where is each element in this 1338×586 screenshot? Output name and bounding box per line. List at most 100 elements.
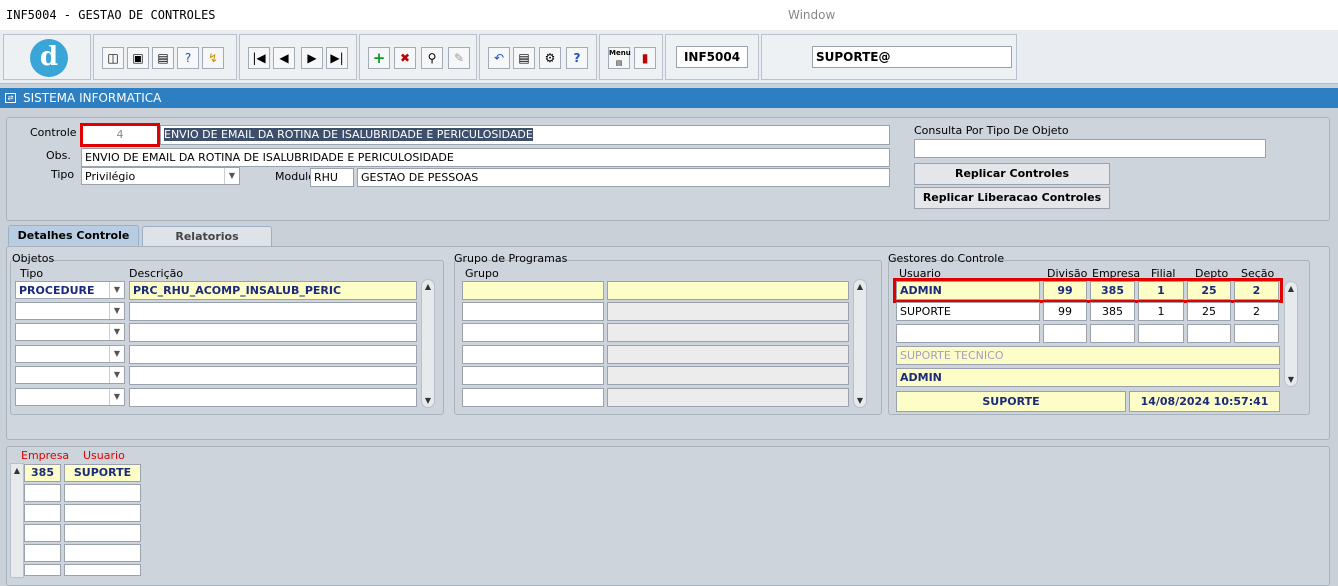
tab-relatorios-gerenciais[interactable]: Relatorios Gerenciais xyxy=(142,226,272,263)
grupo-code-field-1[interactable] xyxy=(462,281,604,300)
gestor-row-highlight xyxy=(893,278,1283,303)
bottom-usuario-field-1[interactable]: SUPORTE xyxy=(64,464,141,482)
bottom-usuario-field-6[interactable] xyxy=(64,564,141,576)
scroll-down-icon[interactable]: ▼ xyxy=(854,396,866,405)
grupo-code-field-2[interactable] xyxy=(462,302,604,321)
gestor-divisao-field-2[interactable]: 99 xyxy=(1043,302,1087,321)
objeto-tipo-select-1[interactable]: PROCEDURE ▼ xyxy=(15,281,125,299)
grupo-scrollbar[interactable]: ▲ ▼ xyxy=(853,279,867,408)
objeto-tipo-select-5[interactable]: ▼ xyxy=(15,366,125,384)
gestor-divisao-field-3[interactable] xyxy=(1043,324,1087,343)
gestor-secao-field-3[interactable] xyxy=(1234,324,1279,343)
gestor-secao-field-2[interactable]: 2 xyxy=(1234,302,1279,321)
controle-desc-selected: ENVIO DE EMAIL DA ROTINA DE ISALUBRIDADE… xyxy=(164,128,533,141)
gestores-scrollbar[interactable]: ▲ ▼ xyxy=(1284,281,1298,387)
print-icon[interactable]: ▤ xyxy=(152,47,174,69)
exit-icon[interactable]: ▮ xyxy=(634,47,656,69)
delete-record-icon[interactable]: ✖ xyxy=(394,47,416,69)
replicar-liberacao-button[interactable]: Replicar Liberacao Controles xyxy=(914,187,1110,209)
bottom-empresa-field-3[interactable] xyxy=(24,504,61,522)
gestor-filial-field-2[interactable]: 1 xyxy=(1138,302,1184,321)
objeto-tipo-select-4[interactable]: ▼ xyxy=(15,345,125,363)
grupo-code-field-4[interactable] xyxy=(462,345,604,364)
grupo-desc-field-3 xyxy=(607,323,849,342)
consulta-field[interactable] xyxy=(914,139,1266,158)
last-record-icon[interactable]: ▶| xyxy=(326,47,348,69)
bottom-empresa-field-6[interactable] xyxy=(24,564,61,576)
tipo-label: Tipo xyxy=(51,168,75,181)
scroll-up-icon[interactable]: ▲ xyxy=(854,282,866,291)
query-help-icon[interactable]: ? xyxy=(177,47,199,69)
tipo-select[interactable]: Privilégio ▼ xyxy=(81,167,240,185)
tipo-select-value: Privilégio xyxy=(85,170,136,183)
gestor-filial-field-3[interactable] xyxy=(1138,324,1184,343)
form-code: INF5004 xyxy=(676,46,748,68)
objeto-desc-field-3[interactable] xyxy=(129,323,417,342)
gestor-depto-field-3[interactable] xyxy=(1187,324,1231,343)
modulo-label: Modulo xyxy=(275,170,315,183)
bottom-empresa-field-1[interactable]: 385 xyxy=(24,464,61,482)
grupo-desc-field-1[interactable] xyxy=(607,281,849,300)
controle-label: Controle xyxy=(30,126,77,139)
objeto-desc-field-6[interactable] xyxy=(129,388,417,407)
help-icon[interactable]: ? xyxy=(566,47,588,69)
objeto-desc-field-4[interactable] xyxy=(129,345,417,364)
gestor-empresa-field-2[interactable]: 385 xyxy=(1090,302,1135,321)
objeto-tipo-select-2[interactable]: ▼ xyxy=(15,302,125,320)
menu-icon[interactable]: Menu ▤ xyxy=(608,47,631,69)
scroll-up-icon[interactable]: ▲ xyxy=(1285,284,1297,293)
next-record-icon[interactable]: ▶ xyxy=(301,47,323,69)
scroll-up-icon[interactable]: ▲ xyxy=(422,282,434,291)
scroll-down-icon[interactable]: ▼ xyxy=(422,396,434,405)
clipboard-icon[interactable]: ▤ xyxy=(513,47,535,69)
scroll-down-icon[interactable]: ▼ xyxy=(1285,375,1297,384)
objeto-desc-field-2[interactable] xyxy=(129,302,417,321)
objetos-scrollbar[interactable]: ▲ ▼ xyxy=(421,279,435,408)
bottom-usuario-field-4[interactable] xyxy=(64,524,141,542)
grupo-code-field-3[interactable] xyxy=(462,323,604,342)
tools-icon[interactable]: ⚙ xyxy=(539,47,561,69)
menu-icon-label: Menu xyxy=(609,49,631,57)
search-icon[interactable]: ⚲ xyxy=(421,47,443,69)
controle-desc-field[interactable]: ENVIO DE EMAIL DA ROTINA DE ISALUBRIDADE… xyxy=(160,125,890,145)
clear-icon[interactable]: ✎ xyxy=(448,47,470,69)
obs-field[interactable]: ENVIO DE EMAIL DA ROTINA DE ISALUBRIDADE… xyxy=(81,148,890,167)
insert-record-icon[interactable]: + xyxy=(368,47,390,69)
modulo-code-field[interactable]: RHU xyxy=(310,168,354,187)
grupo-desc-field-5 xyxy=(607,366,849,385)
grupo-code-field-6[interactable] xyxy=(462,388,604,407)
save-icon[interactable]: ◫ xyxy=(102,47,124,69)
scroll-up-icon[interactable]: ▲ xyxy=(11,466,23,475)
logo-group: d xyxy=(3,34,91,80)
objetos-col-tipo: Tipo xyxy=(20,267,44,280)
screen-icon[interactable]: ▣ xyxy=(127,47,149,69)
bottom-scrollbar[interactable]: ▲ xyxy=(10,463,24,578)
previous-record-icon[interactable]: ◀ xyxy=(273,47,295,69)
bottom-usuario-field-3[interactable] xyxy=(64,504,141,522)
gestor-empresa-field-3[interactable] xyxy=(1090,324,1135,343)
undo-icon[interactable]: ↶ xyxy=(488,47,510,69)
gestor-depto-field-2[interactable]: 25 xyxy=(1187,302,1231,321)
bottom-usuario-field-2[interactable] xyxy=(64,484,141,502)
objeto-desc-field-5[interactable] xyxy=(129,366,417,385)
objeto-tipo-select-3[interactable]: ▼ xyxy=(15,323,125,341)
bottom-empresa-field-5[interactable] xyxy=(24,544,61,562)
gestor-info-line-1: SUPORTE TECNICO xyxy=(896,346,1280,365)
grupo-col-grupo: Grupo xyxy=(465,267,499,280)
bottom-usuario-field-5[interactable] xyxy=(64,544,141,562)
objetos-title: Objetos xyxy=(12,252,55,265)
chevron-down-icon: ▼ xyxy=(109,346,124,362)
objeto-tipo-select-6[interactable]: ▼ xyxy=(15,388,125,406)
bottom-empresa-field-4[interactable] xyxy=(24,524,61,542)
first-record-icon[interactable]: |◀ xyxy=(248,47,270,69)
toolbar-group-nav: |◀ ◀ ▶ ▶| xyxy=(239,34,357,80)
gestor-usuario-field-2[interactable]: SUPORTE xyxy=(896,302,1040,321)
tab-detalhes-controle[interactable]: Detalhes Controle xyxy=(8,225,139,246)
grupo-code-field-5[interactable] xyxy=(462,366,604,385)
bottom-empresa-field-2[interactable] xyxy=(24,484,61,502)
execute-query-icon[interactable]: ↯ xyxy=(202,47,224,69)
gestor-usuario-field-3[interactable] xyxy=(896,324,1040,343)
objeto-desc-field-1[interactable]: PRC_RHU_ACOMP_INSALUB_PERIC xyxy=(129,281,417,300)
modulo-desc-field[interactable]: GESTAO DE PESSOAS xyxy=(357,168,890,187)
replicar-controles-button[interactable]: Replicar Controles xyxy=(914,163,1110,185)
